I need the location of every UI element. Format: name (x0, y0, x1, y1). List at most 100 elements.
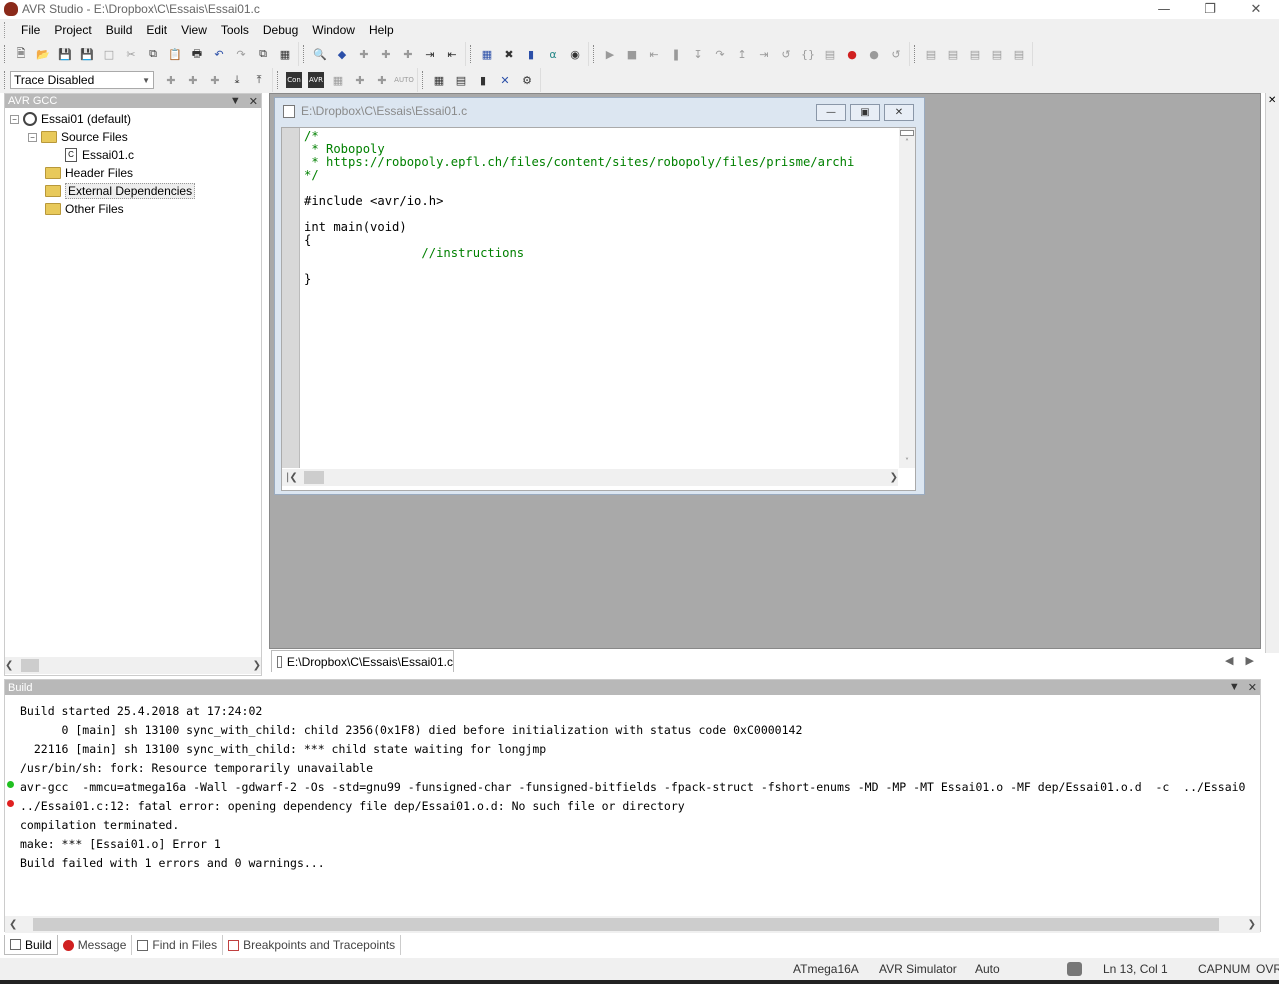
build-output-line[interactable]: ../Essai01.c:12: fatal error: opening de… (20, 797, 1258, 816)
build-output-line[interactable]: make: *** [Essai01.o] Error 1 (20, 835, 1258, 854)
run-to-cursor-icon[interactable]: ⇥ (756, 46, 772, 62)
menu-window[interactable]: Window (305, 23, 362, 37)
close-window-button[interactable]: ✕ (1233, 0, 1279, 18)
build-output-line[interactable]: 22116 [main] sh 13100 sync_with_child: *… (20, 740, 1258, 759)
code-line[interactable]: } (304, 273, 901, 286)
build-output[interactable]: Build started 25.4.2018 at 17:24:02 0 [m… (20, 702, 1258, 873)
menu-build[interactable]: Build (99, 23, 140, 37)
toolbar-grip[interactable] (303, 45, 306, 63)
trace-up-icon[interactable]: ⤒ (251, 72, 267, 88)
build-output-line[interactable]: 0 [main] sh 13100 sync_with_child: child… (20, 721, 1258, 740)
scroll-up-icon[interactable]: ˄ (899, 138, 915, 147)
toolbar-grip[interactable] (277, 71, 280, 89)
auto-icon[interactable]: AUTO (394, 72, 414, 88)
run-icon[interactable]: ▶ (602, 46, 618, 62)
clear-bookmarks-icon[interactable]: ✚ (400, 46, 416, 62)
scroll-down-icon[interactable]: ˅ (899, 457, 915, 466)
redo-icon[interactable]: ↷ (233, 46, 249, 62)
io-view-icon[interactable]: ▤ (1011, 46, 1027, 62)
pause-icon[interactable]: ❚ (668, 46, 684, 62)
scroll-right-icon[interactable]: ❯ (253, 660, 261, 671)
avr-studio-app-icon[interactable] (4, 2, 18, 16)
scroll-thumb[interactable] (33, 918, 1219, 931)
code-line[interactable]: #include <avr/io.h> (304, 195, 901, 208)
close-file-icon[interactable]: □ (101, 46, 117, 62)
register-icon[interactable]: ▤ (945, 46, 961, 62)
copy-icon[interactable]: ⧉ (145, 46, 161, 62)
scroll-left-icon[interactable]: ❮ (5, 919, 17, 930)
scroll-left-icon[interactable]: |❮ (282, 472, 298, 483)
build-output-line[interactable]: compilation terminated. (20, 816, 1258, 835)
tree-project-root[interactable]: − Essai01 (default) (10, 110, 131, 128)
window-list-icon[interactable]: ▦ (277, 46, 293, 62)
code-line[interactable]: int main(void) (304, 221, 901, 234)
paste-icon[interactable]: 📋 (167, 46, 183, 62)
editor-vscrollbar[interactable]: ˄ ˅ (899, 128, 915, 468)
quick-watch-icon[interactable]: ↺ (888, 46, 904, 62)
chip-icon[interactable]: ▦ (330, 72, 346, 88)
chevron-down-icon[interactable]: ▼ (230, 95, 241, 108)
build-hscrollbar[interactable]: ❮ ❯ (5, 916, 1260, 933)
menu-file[interactable]: File (14, 23, 47, 37)
con-icon[interactable]: Con (286, 72, 302, 88)
menu-tools[interactable]: Tools (214, 23, 256, 37)
editor-minimize-button[interactable]: — (816, 104, 846, 121)
scroll-thumb[interactable] (304, 471, 324, 484)
breakpoint-icon[interactable]: ● (844, 46, 860, 62)
open-folder-icon[interactable]: 📂 (35, 46, 51, 62)
indent-icon[interactable]: ⇥ (422, 46, 438, 62)
step-out-icon[interactable]: ↥ (734, 46, 750, 62)
close-icon[interactable]: ✕ (249, 95, 258, 108)
trace-select[interactable]: Trace Disabled ▼ (10, 71, 154, 89)
print-icon[interactable]: 🖶 (189, 46, 205, 62)
save-all-icon[interactable]: 💾 (79, 46, 95, 62)
toolbar-grip[interactable] (4, 45, 7, 63)
code-line[interactable] (304, 260, 901, 273)
trace-icon-1[interactable]: ✚ (163, 72, 179, 88)
tab-build[interactable]: Build (4, 935, 58, 955)
menu-debug[interactable]: Debug (256, 23, 305, 37)
tab-left-icon[interactable]: ◀ (1225, 654, 1233, 667)
program-icon[interactable]: ◉ (567, 46, 583, 62)
find-icon[interactable]: 🔍 (312, 46, 328, 62)
project-hscrollbar[interactable]: ❮ ❯ (5, 657, 261, 674)
code-line[interactable]: /* (304, 130, 901, 143)
toolbar-grip[interactable] (4, 71, 7, 89)
outdent-icon[interactable]: ⇤ (444, 46, 460, 62)
stamp-icon[interactable]: ▮ (475, 72, 491, 88)
tab-find-in-files[interactable]: Find in Files (132, 935, 224, 955)
build-icon[interactable]: ▦ (479, 46, 495, 62)
trace-down-icon[interactable]: ⤓ (229, 72, 245, 88)
tab-message[interactable]: Message (58, 935, 133, 955)
code-text[interactable]: /* * Robopoly * https://robopoly.epfl.ch… (304, 130, 901, 468)
processor-icon[interactable]: ▤ (989, 46, 1005, 62)
tree-header-files[interactable]: Header Files (45, 164, 133, 182)
tree-other-files[interactable]: Other Files (45, 200, 124, 218)
editor-close-button[interactable]: ✕ (884, 104, 914, 121)
tab-right-icon[interactable]: ▶ (1245, 654, 1253, 667)
memory-icon[interactable]: ▤ (967, 46, 983, 62)
cut-icon[interactable]: ✂ (123, 46, 139, 62)
step-into-icon[interactable]: ↧ (690, 46, 706, 62)
trace-icon-5[interactable]: ✚ (374, 72, 390, 88)
gear-icon[interactable]: ⚙ (519, 72, 535, 88)
build-output-line[interactable]: avr-gcc -mmcu=atmega16a -Wall -gdwarf-2 … (20, 778, 1258, 797)
windows-icon[interactable]: ⧉ (255, 46, 271, 62)
restore-button[interactable]: ❐ (1187, 0, 1233, 18)
play-list-icon[interactable]: ▤ (453, 72, 469, 88)
code-line[interactable]: //instructions (304, 247, 901, 260)
editor-hscrollbar[interactable]: |❮ ❯ (282, 469, 898, 486)
toolbar-grip[interactable] (422, 71, 425, 89)
toolbar-grip[interactable] (914, 45, 917, 63)
build-output-line[interactable]: Build failed with 1 errors and 0 warning… (20, 854, 1258, 873)
minimize-button[interactable]: — (1141, 0, 1187, 18)
collapse-icon[interactable]: − (10, 114, 19, 124)
watch-icon[interactable]: ▤ (923, 46, 939, 62)
code-editor[interactable]: /* * Robopoly * https://robopoly.epfl.ch… (281, 127, 916, 491)
disassembly-icon[interactable]: ▤ (822, 46, 838, 62)
menu-edit[interactable]: Edit (139, 23, 174, 37)
close-icon[interactable]: ✕ (1266, 93, 1279, 108)
menu-project[interactable]: Project (47, 23, 98, 37)
toolbar-grip[interactable] (470, 45, 473, 63)
editor-gutter[interactable] (282, 128, 300, 468)
